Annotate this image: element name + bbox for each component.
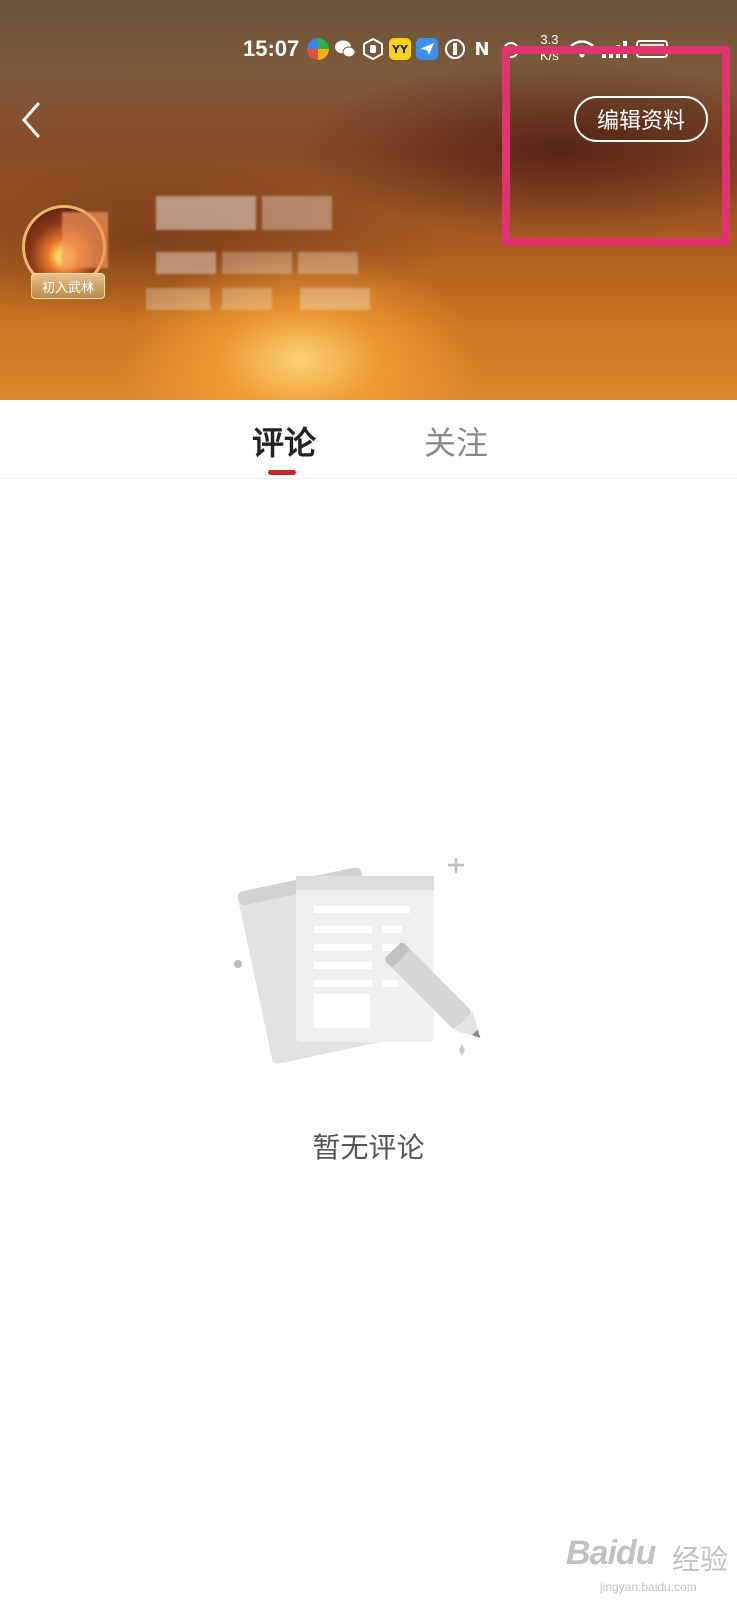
highlight-annotation-box	[502, 46, 730, 246]
tab-following[interactable]: 关注	[424, 418, 488, 464]
baidu-jingyan-watermark: Baidu 经验 jingyan.baidu.com	[560, 1518, 730, 1598]
app-icon	[444, 38, 466, 60]
wechat-icon	[334, 38, 356, 60]
hand-app-icon	[362, 38, 384, 60]
active-tab-indicator	[268, 470, 296, 475]
back-button[interactable]	[18, 100, 54, 140]
empty-state-text: 暂无评论	[312, 1131, 425, 1164]
status-time: 15:07	[243, 36, 300, 61]
tab-comments[interactable]: 评论	[252, 418, 316, 464]
yy-app-icon: YY	[389, 38, 411, 60]
level-badge: 初入武林	[31, 273, 106, 299]
maps-app-icon	[307, 38, 329, 60]
watermark-cn: 经验	[672, 1543, 729, 1576]
profile-header: 15:07 YY N 3.3 K/s 编辑资料 初入武林	[0, 0, 737, 400]
nfc-icon: N	[474, 38, 490, 60]
watermark-logo: Baidu	[566, 1534, 656, 1572]
profile-tabs: 评论 关注	[0, 400, 737, 479]
document-pencil-icon	[226, 856, 496, 1078]
bird-app-icon	[416, 38, 438, 60]
chevron-left-icon	[22, 102, 40, 138]
watermark-url: jingyan.baidu.com	[600, 1580, 697, 1594]
network-speed-value: 3.3	[540, 32, 559, 47]
